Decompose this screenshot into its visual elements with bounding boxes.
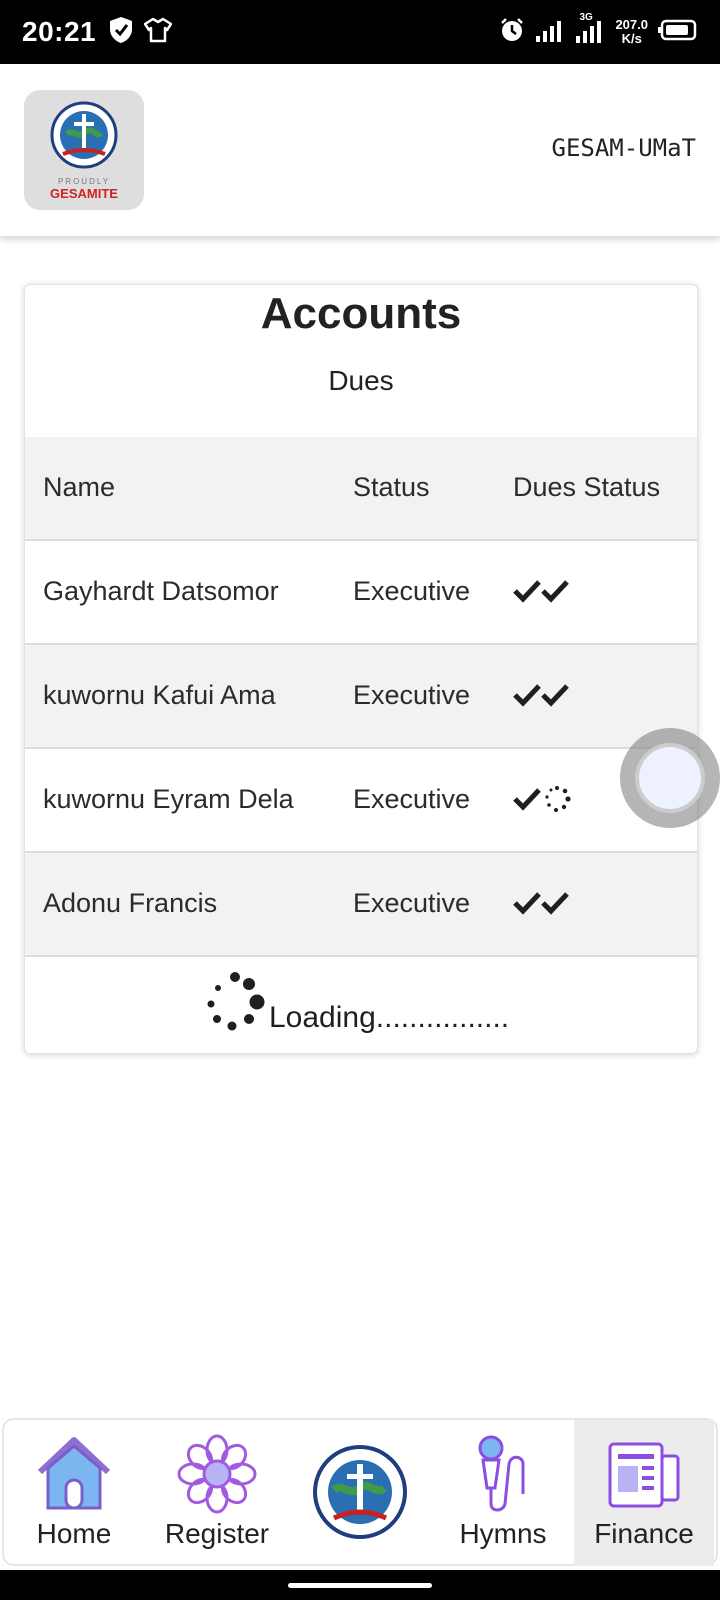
gesture-handle[interactable] <box>288 1583 432 1588</box>
nav-label-finance: Finance <box>594 1518 694 1549</box>
speed-value: 207.0 <box>615 17 648 32</box>
alarm-icon <box>499 17 525 48</box>
signal-icon <box>535 18 565 47</box>
accounts-card: Accounts Dues Name Status Dues Status Ga… <box>24 284 698 1054</box>
status-bar: 20:21 3G 207.0 K/s <box>0 0 720 64</box>
dues-table: Name Status Dues Status Gayhardt Datsomo… <box>25 437 697 957</box>
home-icon <box>34 1434 114 1519</box>
member-name: Adonu Francis <box>43 887 218 918</box>
touch-indicator <box>620 728 720 828</box>
nav-item-gesam-logo[interactable] <box>290 1420 430 1566</box>
app-header: PROUDLY GESAMITE GESAM-UMaT <box>0 64 720 236</box>
column-header-dues-status: Dues Status <box>513 471 661 502</box>
member-name: kuwornu Kafui Ama <box>43 679 276 710</box>
spinner-icon <box>201 969 271 1044</box>
nav-label-register: Register <box>164 1518 270 1549</box>
double-check-icon <box>513 853 571 953</box>
bottom-navigation: Home Register Hymns Finance <box>2 1418 718 1566</box>
app-title: GESAM-UMaT <box>551 134 697 162</box>
nav-label-hymns: Hymns <box>459 1518 547 1549</box>
member-name: kuwornu Eyram Dela <box>43 783 294 814</box>
table-row[interactable]: Gayhardt Datsomor Executive <box>25 541 697 645</box>
logo-text: GESAMITE <box>50 185 118 201</box>
register-icon <box>177 1434 257 1519</box>
status-time: 20:21 <box>22 16 97 47</box>
member-name: Gayhardt Datsomor <box>43 575 279 606</box>
tshirt-icon <box>143 17 173 48</box>
double-check-icon <box>513 645 571 745</box>
loading-text: Loading................ <box>269 1001 510 1034</box>
loading-indicator: Loading................ <box>25 972 697 1053</box>
network-type-label: 3G <box>579 11 593 23</box>
card-subtitle: Dues <box>328 365 394 396</box>
member-status: Executive <box>353 575 471 606</box>
microphone-icon <box>463 1434 543 1519</box>
nav-item-finance[interactable]: Finance <box>574 1420 714 1566</box>
table-row[interactable]: kuwornu Kafui Ama Executive <box>25 645 697 749</box>
gesture-navigation-bar <box>0 1570 720 1600</box>
signal-3g-icon: 3G <box>575 12 605 49</box>
shield-icon <box>108 16 134 49</box>
app-logo[interactable]: PROUDLY GESAMITE <box>24 90 144 210</box>
gesam-logo-icon <box>312 1444 408 1545</box>
nav-label-home: Home <box>36 1518 112 1549</box>
column-header-name: Name <box>43 471 116 502</box>
table-row[interactable]: Adonu Francis Executive <box>25 853 697 957</box>
nav-item-register[interactable]: Register <box>147 1420 287 1566</box>
member-status: Executive <box>353 679 471 710</box>
card-title: Accounts <box>260 289 462 338</box>
network-speed: 207.0 K/s <box>615 18 648 46</box>
column-header-status: Status <box>353 471 430 502</box>
nav-item-hymns[interactable]: Hymns <box>433 1420 573 1566</box>
nav-item-home[interactable]: Home <box>4 1420 144 1566</box>
member-status: Executive <box>353 783 471 814</box>
speed-unit: K/s <box>621 31 642 46</box>
battery-icon <box>658 19 698 46</box>
double-check-icon <box>513 541 571 641</box>
finance-icon <box>604 1434 684 1519</box>
globe-cross-logo-icon <box>49 100 119 175</box>
table-header-row: Name Status Dues Status <box>25 437 697 541</box>
logo-tagline: PROUDLY <box>57 176 111 186</box>
member-status: Executive <box>353 887 471 918</box>
table-row[interactable]: kuwornu Eyram Dela Executive <box>25 749 697 853</box>
check-pending-icon <box>513 749 575 849</box>
